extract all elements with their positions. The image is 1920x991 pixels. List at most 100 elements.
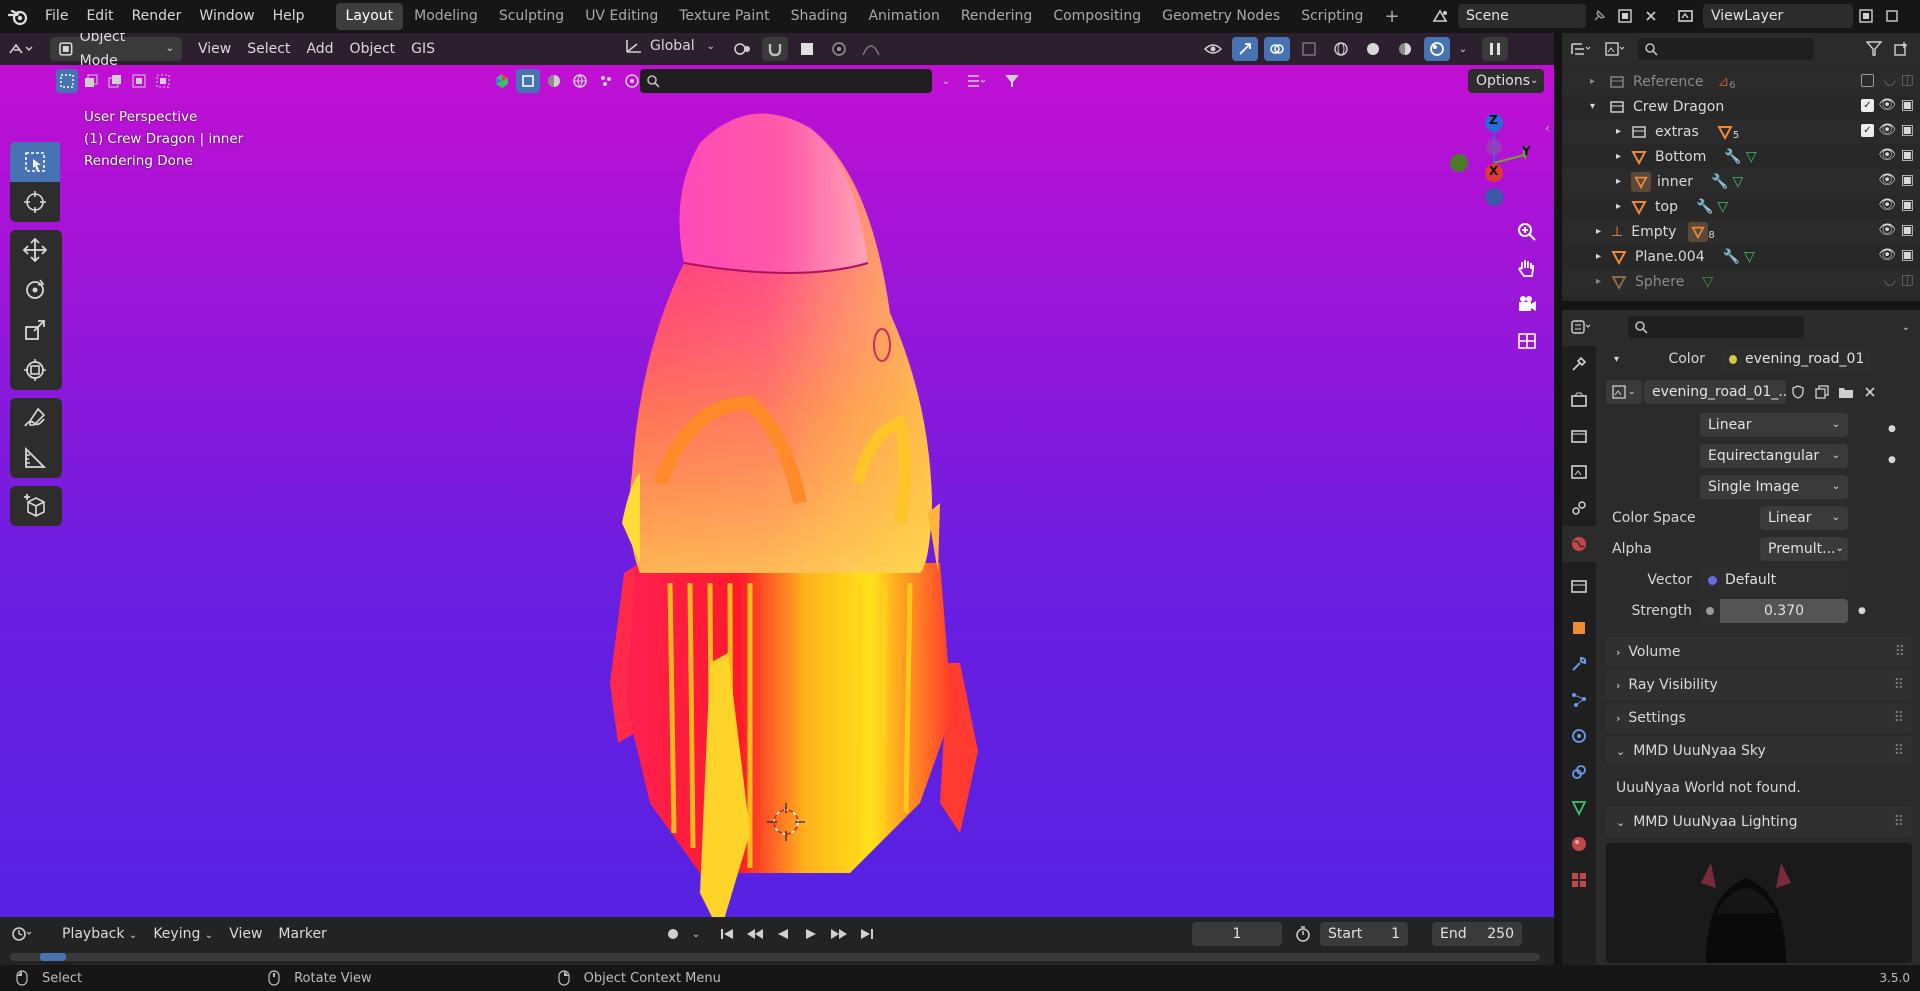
render-camera-icon[interactable]: ▣ (1901, 247, 1914, 263)
strength-field[interactable]: 0.370 (1700, 599, 1848, 623)
image-name-field[interactable]: evening_road_01_... (1644, 380, 1786, 404)
exclude-checkbox[interactable]: ✓ (1861, 99, 1874, 112)
play-icon[interactable] (798, 922, 824, 946)
shading-solid-icon[interactable] (1360, 37, 1386, 61)
drag-handle-icon[interactable]: ⠿ (1895, 644, 1905, 660)
tab-scripting[interactable]: Scripting (1291, 3, 1373, 30)
outliner-item-bottom[interactable]: ▸ Bottom 🔧 ▽ 👁 ▣ (1562, 144, 1920, 169)
transform-tool[interactable] (10, 350, 60, 390)
render-camera-icon[interactable]: ▣ (1901, 222, 1914, 238)
tool-tab-icon[interactable] (1562, 346, 1596, 382)
tab-rendering[interactable]: Rendering (951, 3, 1043, 30)
menu-window[interactable]: Window (190, 0, 263, 33)
record-keyframe-icon[interactable] (660, 922, 686, 946)
unlink-close-icon[interactable] (1858, 380, 1882, 404)
select-box-tool[interactable] (10, 142, 60, 182)
tab-uv-editing[interactable]: UV Editing (575, 3, 668, 30)
menu-marker[interactable]: Marker (270, 917, 334, 951)
image-browse-button[interactable]: ⌄ (1606, 380, 1642, 404)
visibility-icon[interactable]: 👁 (1878, 97, 1896, 113)
end-frame-field[interactable]: End 250 (1432, 922, 1522, 946)
crew-dragon-model[interactable] (600, 103, 1000, 917)
menu-keying[interactable]: Keying ⌄ (145, 917, 221, 951)
chevron-down-icon[interactable]: ⌄ (688, 922, 704, 946)
scale-tool[interactable] (10, 310, 60, 350)
menu-view[interactable]: View (190, 33, 239, 65)
render-camera-icon[interactable]: ▣ (1901, 147, 1914, 163)
options-dropdown[interactable]: Options ⌄ (1468, 69, 1544, 93)
visibility-icon[interactable]: 👁 (1878, 172, 1896, 188)
pan-hand-icon[interactable] (1512, 252, 1542, 284)
menu-select[interactable]: Select (239, 33, 298, 65)
select-invert-icon[interactable] (128, 69, 150, 93)
view-layer-selector[interactable]: ViewLayer (1673, 4, 1905, 28)
expand-arrow-icon[interactable]: ▸ (1596, 276, 1601, 287)
area-divider[interactable] (1554, 33, 1562, 965)
scene-selector[interactable]: Scene (1428, 4, 1664, 28)
filter-funnel-icon[interactable] (996, 69, 1028, 93)
render-camera-icon[interactable]: ▣ (1901, 172, 1914, 188)
outliner-item-empty[interactable]: ▸ ⊥ Empty 8 👁 ▣ (1562, 219, 1920, 244)
exclude-checkbox[interactable] (1861, 74, 1874, 87)
outliner-item-top[interactable]: ▸ top 🔧 ▽ 👁 ▣ (1562, 194, 1920, 219)
falloff-icon[interactable] (858, 37, 884, 61)
new-scene-icon[interactable] (1612, 4, 1638, 28)
drag-handle-icon[interactable]: ⠿ (1894, 710, 1904, 726)
outliner-item-plane[interactable]: ▸ Plane.004 🔧 ▽ 👁 ▣ (1562, 244, 1920, 269)
rotate-tool[interactable] (10, 270, 60, 310)
texture-tab-icon[interactable] (1562, 862, 1596, 898)
visibility-icon[interactable]: 👁 (1878, 222, 1896, 238)
constraints-tab-icon[interactable] (1562, 754, 1596, 790)
visibility-icon[interactable] (1200, 37, 1226, 61)
render-camera-icon[interactable]: ◫ (1901, 272, 1914, 288)
object-filter-icon[interactable] (516, 69, 540, 93)
panel-mmd-sky[interactable]: ⌄ MMD UuuNyaa Sky ⠿ (1606, 736, 1912, 766)
outliner-editor-icon[interactable] (1568, 37, 1594, 61)
color-space-dropdown[interactable]: Linear ⌄ (1760, 506, 1848, 530)
properties-search-input[interactable] (1628, 316, 1804, 338)
sidebar-toggle-icon[interactable]: ‹ (1545, 121, 1550, 135)
expand-arrow-icon[interactable]: ▸ (1596, 226, 1601, 237)
add-cube-tool[interactable] (10, 486, 60, 526)
keyframe-dot-icon[interactable]: ● (1858, 606, 1866, 616)
prev-keyframe-icon[interactable] (742, 922, 768, 946)
ortho-grid-icon[interactable] (1512, 324, 1542, 356)
panel-volume[interactable]: › Volume ⠿ (1606, 637, 1912, 667)
new-collection-icon[interactable] (1888, 37, 1914, 61)
particles-icon[interactable] (594, 69, 618, 93)
gizmo-toggle-icon[interactable] (1232, 37, 1258, 61)
shading-rendered-icon[interactable] (1424, 37, 1450, 61)
material-sphere-icon[interactable] (542, 69, 566, 93)
drag-handle-icon[interactable]: ⠿ (1894, 677, 1904, 693)
tab-animation[interactable]: Animation (858, 3, 949, 30)
outliner-item-extras[interactable]: ▸ extras 5 ✓ 👁 ▣ (1562, 119, 1920, 144)
viewport-search-input[interactable] (640, 69, 932, 93)
color-link-field[interactable]: evening_road_01... (1721, 347, 1872, 371)
play-reverse-icon[interactable] (770, 922, 796, 946)
jump-start-icon[interactable] (714, 922, 740, 946)
menu-render[interactable]: Render (123, 0, 191, 33)
shading-material-icon[interactable] (1392, 37, 1418, 61)
duplicate-icon[interactable] (1810, 380, 1834, 404)
display-mode-icon[interactable] (1602, 37, 1628, 61)
object-tab-icon[interactable] (1562, 610, 1596, 646)
fake-user-shield-icon[interactable] (1786, 380, 1810, 404)
output-tab-icon[interactable] (1562, 418, 1596, 454)
menu-object[interactable]: Object (342, 33, 404, 65)
jump-end-icon[interactable] (854, 922, 880, 946)
tab-layout[interactable]: Layout (335, 3, 404, 30)
chevron-down-icon[interactable]: ⌄ (1456, 37, 1470, 61)
menu-add[interactable]: Add (298, 33, 341, 65)
measure-tool[interactable] (10, 438, 60, 478)
area-divider[interactable] (1562, 301, 1920, 310)
properties-editor-icon[interactable] (1568, 315, 1594, 339)
list-options-icon[interactable] (960, 69, 992, 93)
physics-tab-icon[interactable] (1562, 718, 1596, 754)
outliner-search-input[interactable] (1638, 38, 1814, 60)
expand-arrow-icon[interactable]: ▾ (1590, 101, 1595, 112)
next-keyframe-icon[interactable] (826, 922, 852, 946)
interpolation-dropdown[interactable]: Linear ⌄ (1700, 413, 1848, 437)
drag-handle-icon[interactable]: ⠿ (1894, 743, 1904, 759)
panel-mmd-lighting[interactable]: ⌄ MMD UuuNyaa Lighting ⠿ (1606, 807, 1912, 837)
editor-type-button[interactable] (0, 33, 42, 65)
